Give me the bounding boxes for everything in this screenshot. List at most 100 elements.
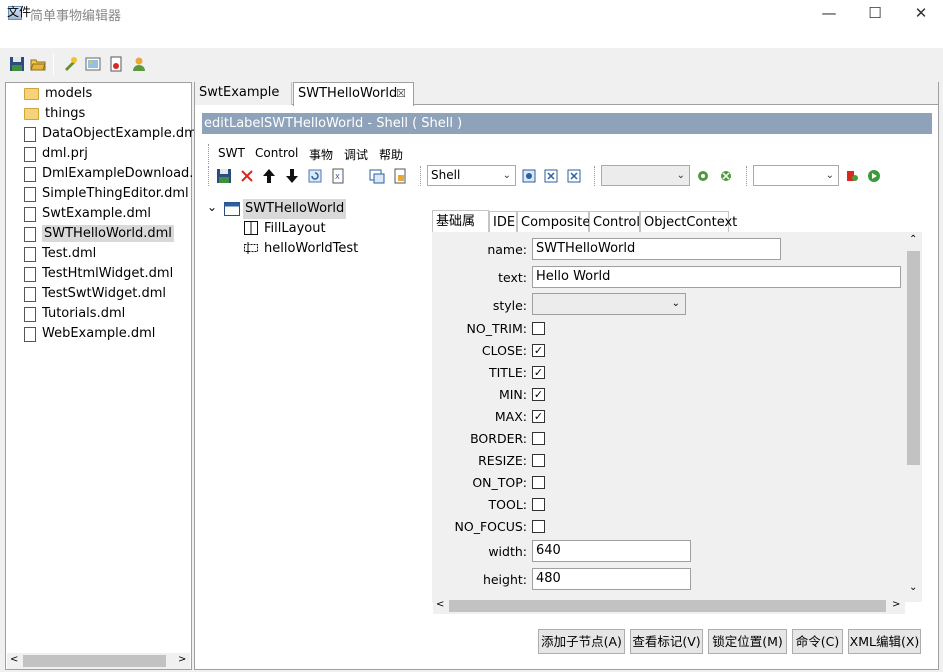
file-tree-item[interactable]: DataObjectExample.dml xyxy=(24,124,200,144)
width-label: width: xyxy=(488,544,527,559)
move-down-icon[interactable] xyxy=(284,168,300,184)
save-icon[interactable] xyxy=(9,56,25,72)
file-tree-item[interactable]: Tutorials.dml xyxy=(24,304,125,324)
document-icon[interactable] xyxy=(108,56,124,72)
green-gear-icon[interactable] xyxy=(695,168,711,184)
file-icon xyxy=(24,266,36,282)
close-button[interactable]: ✕ xyxy=(898,0,943,28)
lock-position-button[interactable]: 锁定位置(M) xyxy=(708,629,787,654)
scroll-up-icon[interactable]: ⌃ xyxy=(909,234,917,245)
third-combo[interactable]: ⌄ xyxy=(753,165,839,186)
menu-help[interactable]: 帮助 xyxy=(379,146,403,163)
scroll-right-icon[interactable]: > xyxy=(892,599,900,610)
property-tab[interactable]: Composite xyxy=(517,211,590,233)
name-field[interactable]: SWTHelloWorld xyxy=(532,238,781,260)
properties-vscrollbar[interactable]: ⌃ ⌄ xyxy=(905,233,922,598)
scroll-thumb[interactable] xyxy=(907,251,920,465)
minimize-button[interactable]: — xyxy=(806,0,852,28)
style-combo[interactable]: ⌄ xyxy=(532,293,686,315)
chevron-down-icon: ⌄ xyxy=(671,298,680,309)
style-flag-checkbox[interactable] xyxy=(532,498,545,511)
text-field[interactable]: Hello World xyxy=(532,266,901,288)
xml-icon[interactable]: X xyxy=(330,168,346,184)
file-tree-item[interactable]: dml.prj xyxy=(24,144,88,164)
file-icon xyxy=(24,226,36,242)
property-tab[interactable]: IDE xyxy=(489,211,517,233)
style-flag-checkbox[interactable]: ✓ xyxy=(532,366,545,379)
tree-item-filllayout[interactable]: FillLayout xyxy=(264,219,326,239)
tree-item-root[interactable]: SWTHelloWorld xyxy=(243,199,347,219)
scroll-right-icon[interactable]: > xyxy=(178,654,186,665)
property-tab[interactable]: ObjectContext xyxy=(640,211,737,233)
style-flag-checkbox[interactable] xyxy=(532,520,545,533)
menu-control[interactable]: Control xyxy=(255,146,298,160)
user-icon[interactable] xyxy=(131,56,147,72)
file-tree-item[interactable]: WebExample.dml xyxy=(24,324,155,344)
tab-close-icon[interactable]: ☒ xyxy=(396,87,406,100)
tool-icon[interactable] xyxy=(844,168,860,184)
style-flag-checkbox[interactable] xyxy=(532,476,545,489)
tree-item-helloworldtest[interactable]: helloWorldTest xyxy=(264,239,358,259)
style-flag-label: CLOSE: xyxy=(481,343,527,358)
play-icon[interactable] xyxy=(866,168,882,184)
menu-debug[interactable]: 调试 xyxy=(344,146,368,163)
scroll-left-icon[interactable]: < xyxy=(10,654,18,665)
image-icon[interactable] xyxy=(85,56,101,72)
file-icon xyxy=(24,286,36,302)
style-flag-checkbox[interactable]: ✓ xyxy=(532,388,545,401)
property-tab[interactable]: 基础属性 xyxy=(432,210,489,250)
lock-icon[interactable] xyxy=(392,168,408,184)
file-tree-item[interactable]: DmlExampleDownload.c xyxy=(24,164,201,184)
file-tree-item[interactable]: TestSwtWidget.dml xyxy=(24,284,166,304)
file-tree-item[interactable]: SimpleThingEditor.dml xyxy=(24,184,189,204)
file-tree-hscrollbar[interactable]: < > xyxy=(7,653,190,669)
style-flag-checkbox[interactable]: ✓ xyxy=(532,410,545,423)
xml-edit-button[interactable]: XML编辑(X) xyxy=(848,629,921,654)
replace-control-icon[interactable] xyxy=(543,168,559,184)
refresh-icon[interactable] xyxy=(307,168,323,184)
file-tree-item[interactable]: Test.dml xyxy=(24,244,96,264)
properties-hscrollbar[interactable]: < > xyxy=(433,598,905,614)
scroll-left-icon[interactable]: < xyxy=(436,599,444,610)
command-button[interactable]: 命令(C) xyxy=(792,629,843,654)
tree-expand-icon[interactable]: ⌄ xyxy=(207,200,217,214)
file-tree-item[interactable]: SWTHelloWorld.dml xyxy=(24,224,174,244)
menu-file[interactable]: 文件 xyxy=(7,3,31,20)
scroll-thumb[interactable] xyxy=(23,655,166,667)
scroll-down-icon[interactable]: ⌄ xyxy=(909,582,917,593)
file-tree-item-label: Tutorials.dml xyxy=(42,306,126,321)
add-child-button[interactable]: 添加子节点(A) xyxy=(538,629,625,654)
style-flag-checkbox[interactable] xyxy=(532,322,545,335)
chevron-down-icon: ⌄ xyxy=(676,170,685,181)
file-icon xyxy=(24,186,36,202)
maximize-button[interactable]: ☐ xyxy=(852,0,898,28)
move-up-icon[interactable] xyxy=(261,168,277,184)
width-field[interactable]: 640 xyxy=(532,540,691,562)
menu-swt[interactable]: SWT xyxy=(218,146,245,160)
run-icon[interactable] xyxy=(62,56,78,72)
toolbar-grip xyxy=(420,166,423,186)
remove-control-icon[interactable] xyxy=(566,168,582,184)
style-flag-checkbox[interactable] xyxy=(532,432,545,445)
file-tree-item[interactable]: TestHtmlWidget.dml xyxy=(24,264,173,284)
structure-tree xyxy=(200,198,420,663)
menu-things[interactable]: 事物 xyxy=(309,146,333,163)
property-tab[interactable]: Control xyxy=(589,211,640,233)
style-flag-checkbox[interactable] xyxy=(532,454,545,467)
height-field[interactable]: 480 xyxy=(532,568,691,590)
second-combo[interactable]: ⌄ xyxy=(601,165,690,186)
window-icon[interactable] xyxy=(369,168,385,184)
green-remove-icon[interactable] xyxy=(718,168,734,184)
open-icon[interactable] xyxy=(30,56,46,72)
tab-swtexample[interactable]: SwtExample xyxy=(195,82,292,105)
save-icon[interactable] xyxy=(216,168,232,184)
add-control-icon[interactable] xyxy=(521,168,537,184)
file-tree-item[interactable]: models xyxy=(24,84,92,104)
delete-icon[interactable] xyxy=(239,168,255,184)
file-tree-item[interactable]: SwtExample.dml xyxy=(24,204,151,224)
view-marks-button[interactable]: 查看标记(V) xyxy=(630,629,703,654)
scroll-thumb[interactable] xyxy=(449,600,886,612)
style-flag-checkbox[interactable]: ✓ xyxy=(532,344,545,357)
file-tree-item[interactable]: things xyxy=(24,104,85,124)
control-type-combo[interactable]: Shell ⌄ xyxy=(427,165,516,186)
